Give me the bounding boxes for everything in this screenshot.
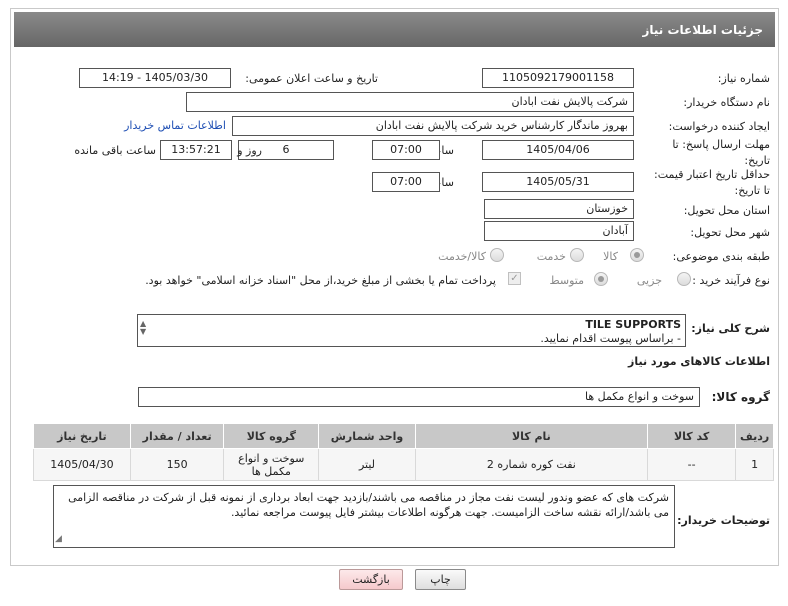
category-goods-radio[interactable] (630, 248, 644, 262)
col-unit-header: واحد شمارش (318, 423, 416, 449)
validity-time-field: 07:00 (372, 172, 440, 192)
deadline-label: مهلت ارسال پاسخ: تا تاریخ: (672, 138, 770, 167)
buyer-contact-link[interactable]: اطلاعات تماس خریدار (124, 119, 226, 132)
back-button[interactable]: بازگشت (339, 569, 403, 590)
purchase-medium-radio[interactable] (594, 272, 608, 286)
table-row[interactable]: 1 -- نفت کوره شماره 2 لیتر سوخت و انواع … (33, 448, 774, 481)
province-field: خوزستان (484, 199, 634, 219)
deadline-date-field: 1405/04/06 (482, 140, 634, 160)
need-number-field: 1105092179001158 (482, 68, 634, 88)
treasury-payment-checkbox[interactable]: ✓ (508, 272, 521, 285)
creator-label: ایجاد کننده درخواست: (668, 120, 770, 133)
buyer-notes-textarea[interactable]: شرکت های که عضو وندور لیست نفت مجاز در م… (53, 485, 675, 548)
cell-group: سوخت و انواع مکمل ها (223, 448, 320, 481)
remaining-label: ساعت باقی مانده (74, 144, 156, 157)
payment-note: پرداخت تمام یا بخشی از مبلغ خرید،از محل … (145, 274, 496, 287)
announce-label: تاریخ و ساعت اعلان عمومی: (245, 72, 378, 85)
buyer-org-label: نام دستگاه خریدار: (683, 96, 770, 109)
scroll-down-icon[interactable]: ▼ (140, 325, 146, 339)
purchase-type-label: نوع فرآیند خرید : (692, 274, 770, 287)
table-header-row: ردیف کد کالا نام کالا واحد شمارش گروه کا… (33, 423, 774, 449)
col-name-header: نام کالا (414, 423, 648, 449)
creator-field: بهروز ماندگار کارشناس خرید شرکت پالایش ن… (232, 116, 634, 136)
summary-line-1: TILE SUPPORTS (585, 318, 681, 331)
need-number-label: شماره نیاز: (717, 72, 770, 85)
goods-group-label: گروه کالا: (711, 390, 770, 404)
cell-row: 1 (735, 448, 774, 481)
purchase-medium-label: متوسط (549, 274, 584, 287)
items-section-title: اطلاعات کالاهای مورد نیاز (628, 355, 770, 368)
col-qty-header: تعداد / مقدار (129, 423, 225, 449)
category-service-radio[interactable] (570, 248, 584, 262)
goods-group-field: سوخت و انواع مکمل ها (138, 387, 700, 407)
buyer-notes-label: توضیحات خریدار: (677, 514, 770, 527)
cell-unit: لیتر (318, 448, 416, 481)
items-table: ردیف کد کالا نام کالا واحد شمارش گروه کا… (33, 423, 774, 481)
print-button[interactable]: چاپ (415, 569, 466, 590)
resize-handle-icon[interactable]: ◢ (55, 532, 62, 547)
col-date-header: تاریخ نیاز (33, 423, 131, 449)
validity-date-field: 1405/05/31 (482, 172, 634, 192)
validity-label: حداقل تاریخ اعتبار قیمت: تا تاریخ: (654, 168, 770, 197)
category-goods-service-label: کالا/خدمت (438, 250, 486, 263)
summary-label: شرح کلی نیاز: (691, 322, 770, 335)
province-label: استان محل تحویل: (683, 204, 770, 217)
purchase-minor-radio[interactable] (677, 272, 691, 286)
cell-date: 1405/04/30 (33, 448, 131, 481)
remaining-time-field: 13:57:21 (160, 140, 232, 160)
buyer-org-field: شرکت پالایش نفت ابادان (186, 92, 634, 112)
category-service-label: خدمت (536, 250, 566, 263)
col-group-header: گروه کالا (223, 423, 320, 449)
cell-qty: 150 (129, 448, 225, 481)
summary-textarea[interactable]: TILE SUPPORTS - براساس پیوست اقدام نمایی… (137, 314, 686, 347)
city-field: آبادان (484, 221, 634, 241)
buyer-notes-text: شرکت های که عضو وندور لیست نفت مجاز در م… (68, 491, 669, 519)
panel-title: جزئیات اطلاعات نیاز (14, 12, 775, 47)
col-row-header: ردیف (735, 423, 774, 449)
announce-field: 1405/03/30 - 14:19 (79, 68, 231, 88)
summary-line-2: - براساس پیوست اقدام نمایید. (540, 332, 681, 345)
city-label: شهر محل تحویل: (690, 226, 770, 239)
category-goods-service-radio[interactable] (490, 248, 504, 262)
cell-name: نفت کوره شماره 2 (414, 448, 648, 481)
category-label: طبقه بندی موضوعی: (672, 250, 770, 263)
days-label: روز و (237, 144, 262, 157)
cell-code: -- (646, 448, 737, 481)
category-goods-label: کالا (603, 250, 618, 263)
purchase-minor-label: جزیی (636, 274, 662, 287)
col-code-header: کد کالا (646, 423, 737, 449)
deadline-time-field: 07:00 (372, 140, 440, 160)
